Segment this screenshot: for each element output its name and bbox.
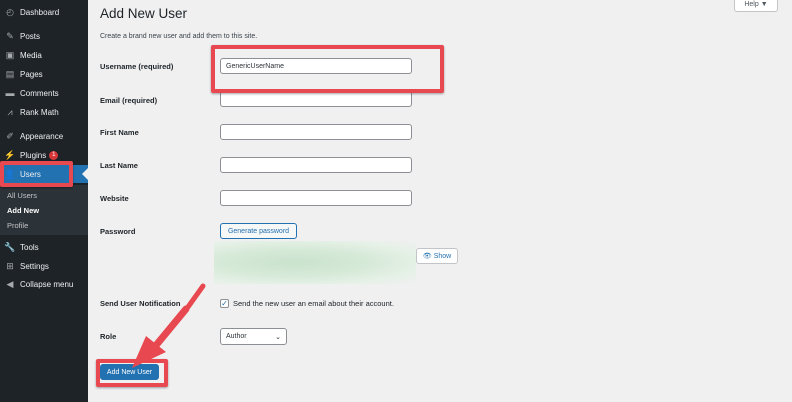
show-password-button[interactable]: 👁 Show bbox=[416, 248, 458, 264]
sidebar-item-label: Collapse menu bbox=[20, 279, 74, 289]
sidebar-item-label: Pages bbox=[20, 69, 43, 79]
last-name-input[interactable] bbox=[220, 157, 412, 173]
sidebar-item-label: Posts bbox=[20, 31, 41, 41]
media-icon: ▣ bbox=[5, 49, 15, 60]
submenu-item-add-new[interactable]: Add New bbox=[7, 206, 39, 215]
page-description: Create a brand new user and add them to … bbox=[100, 33, 258, 40]
website-label: Website bbox=[100, 194, 129, 203]
paintbrush-icon: ✐ bbox=[6, 130, 14, 141]
pages-icon: ▤ bbox=[5, 68, 15, 79]
sidebar-item-label: Plugins bbox=[20, 150, 47, 160]
sidebar-item-tools[interactable]: 🔧 Tools bbox=[0, 238, 88, 256]
pin-icon: ✎ bbox=[6, 30, 14, 41]
password-label: Password bbox=[100, 227, 136, 236]
page-title: Add New User bbox=[100, 6, 188, 21]
eye-icon: 👁 bbox=[422, 253, 432, 260]
submenu-item-profile[interactable]: Profile bbox=[7, 221, 28, 230]
help-tab-button[interactable]: Help ▼ bbox=[734, 0, 778, 12]
collapse-menu-button[interactable]: ◀ Collapse menu bbox=[0, 275, 88, 293]
plugins-update-badge: 1 bbox=[49, 150, 59, 160]
sidebar-item-label: Media bbox=[20, 50, 42, 60]
email-label: Email (required) bbox=[100, 96, 158, 105]
sidebar-item-media[interactable]: ▣ Media bbox=[0, 46, 88, 64]
send-notification-label: Send User Notification bbox=[100, 299, 181, 308]
email-input[interactable] bbox=[220, 91, 412, 107]
sidebar-item-comments[interactable]: ▬ Comments bbox=[0, 84, 88, 102]
sidebar-item-label: Settings bbox=[20, 261, 49, 271]
role-select-value: Author bbox=[226, 333, 247, 340]
sidebar-item-label: Comments bbox=[20, 88, 59, 98]
submenu-item-all-users[interactable]: All Users bbox=[7, 191, 37, 200]
collapse-icon: ◀ bbox=[6, 278, 14, 289]
sidebar-item-rank-math[interactable]: ⩘ Rank Math bbox=[0, 103, 88, 121]
users-highlight-box bbox=[0, 161, 73, 187]
first-name-input[interactable] bbox=[220, 124, 412, 140]
username-label: Username (required) bbox=[100, 62, 174, 71]
last-name-label: Last Name bbox=[100, 161, 138, 170]
sidebar-item-dashboard[interactable]: ◴ Dashboard bbox=[0, 3, 88, 21]
submit-highlight-box bbox=[96, 359, 168, 387]
settings-icon: ⊞ bbox=[6, 260, 14, 271]
sidebar-item-posts[interactable]: ✎ Posts bbox=[0, 27, 88, 45]
dashboard-icon: ◴ bbox=[6, 6, 14, 17]
sidebar-item-appearance[interactable]: ✐ Appearance bbox=[0, 127, 88, 145]
send-notification-checkbox[interactable]: ✓ bbox=[220, 299, 229, 308]
send-notification-text: Send the new user an email about their a… bbox=[233, 299, 394, 308]
username-highlight-box bbox=[211, 45, 444, 93]
role-select[interactable]: Author ⌄ bbox=[220, 328, 287, 345]
password-field-blurred[interactable] bbox=[214, 241, 416, 284]
sidebar-item-label: Tools bbox=[20, 242, 39, 252]
role-label: Role bbox=[100, 332, 117, 341]
chevron-down-icon: ⌄ bbox=[275, 333, 281, 341]
sidebar-item-settings[interactable]: ⊞ Settings bbox=[0, 257, 88, 275]
plugins-icon: ⚡ bbox=[4, 149, 16, 160]
sidebar-item-label: Rank Math bbox=[20, 107, 59, 117]
rank-math-icon: ⩘ bbox=[7, 106, 13, 117]
first-name-label: First Name bbox=[100, 128, 139, 137]
sidebar-item-pages[interactable]: ▤ Pages bbox=[0, 65, 88, 83]
sidebar-item-label: Appearance bbox=[20, 131, 64, 141]
wrench-icon: 🔧 bbox=[4, 241, 16, 252]
notification-arrow bbox=[185, 283, 206, 310]
website-input[interactable] bbox=[220, 190, 412, 206]
sidebar-item-label: Dashboard bbox=[20, 7, 60, 17]
comments-icon: ▬ bbox=[5, 88, 15, 98]
admin-sidebar: ◴ Dashboard ✎ Posts ▣ Media ▤ Pages ▬ Co… bbox=[0, 0, 88, 402]
show-password-label: Show bbox=[433, 252, 452, 260]
generate-password-button[interactable]: Generate password bbox=[220, 223, 297, 239]
current-menu-arrow bbox=[82, 168, 88, 180]
